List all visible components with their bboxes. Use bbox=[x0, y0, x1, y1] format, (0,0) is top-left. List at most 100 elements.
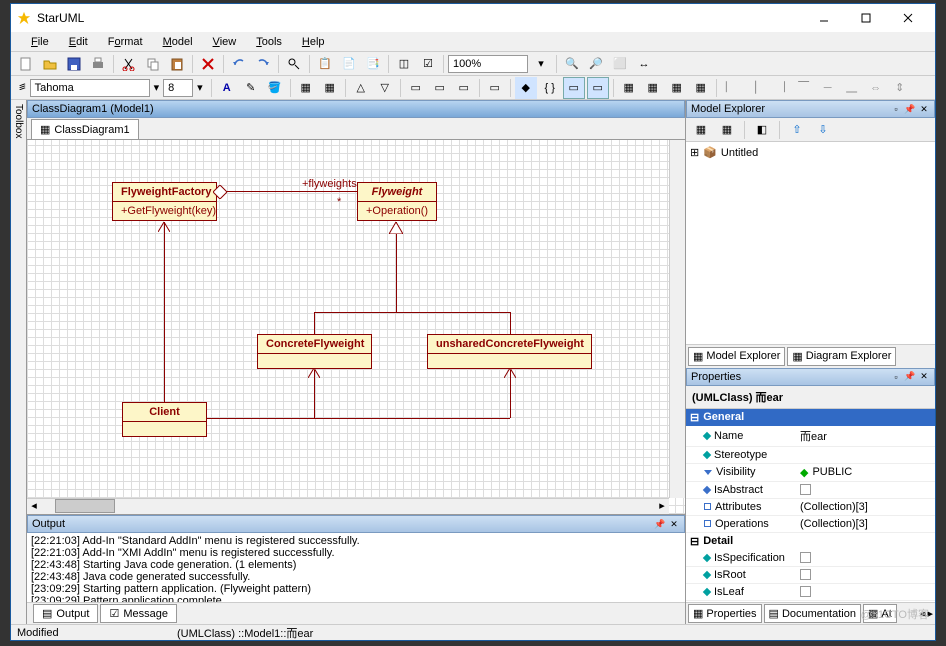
tool-5[interactable]: ☑ bbox=[417, 53, 439, 75]
properties-grid[interactable]: ⊟General Name而ear Stereotype Visibility◆… bbox=[686, 409, 935, 603]
style-2[interactable]: ▦ bbox=[319, 77, 341, 99]
class-concrete-flyweight[interactable]: ConcreteFlyweight bbox=[257, 334, 372, 369]
copy-button[interactable] bbox=[142, 53, 164, 75]
save-button[interactable] bbox=[63, 53, 85, 75]
menu-view[interactable]: View bbox=[205, 34, 245, 50]
zoom-dropdown[interactable]: ▾ bbox=[530, 53, 552, 75]
model-explorer-tree[interactable]: ⊞ 📦 Untitled bbox=[686, 142, 935, 344]
align-bottom[interactable]: ⎽ bbox=[841, 77, 863, 99]
me-pin-button[interactable]: 📌 bbox=[904, 103, 916, 115]
prop-row-operations[interactable]: Operations(Collection)[3] bbox=[686, 516, 935, 533]
me-dock-button[interactable]: ▫ bbox=[890, 103, 902, 115]
delete-button[interactable] bbox=[197, 53, 219, 75]
me-btn-1[interactable]: ▦ bbox=[690, 119, 712, 141]
align-center[interactable]: ⎮ bbox=[745, 77, 767, 99]
class-client[interactable]: Client bbox=[122, 402, 207, 437]
prop-row-visibility[interactable]: Visibility◆PUBLIC bbox=[686, 464, 935, 482]
canvas-scrollbar-v[interactable] bbox=[669, 140, 685, 498]
align-left[interactable]: ⎸ bbox=[721, 77, 743, 99]
prop-row-attributes[interactable]: Attributes(Collection)[3] bbox=[686, 499, 935, 516]
tree-expand-icon[interactable]: ⊞ bbox=[690, 146, 699, 159]
align-3[interactable]: ▦ bbox=[666, 77, 688, 99]
prop-dock-button[interactable]: ▫ bbox=[890, 371, 902, 383]
tool-2[interactable]: 📄 bbox=[338, 53, 360, 75]
close-button[interactable] bbox=[887, 6, 929, 30]
line-style-2[interactable]: ▽ bbox=[374, 77, 396, 99]
tab-properties[interactable]: ▦Properties bbox=[688, 604, 762, 623]
prop-row-isroot[interactable]: IsRoot bbox=[686, 567, 935, 584]
maximize-button[interactable] bbox=[845, 6, 887, 30]
distribute-h[interactable]: ⇔ bbox=[865, 77, 887, 99]
prop-row-isspecification[interactable]: IsSpecification bbox=[686, 550, 935, 567]
zoom-fit-button[interactable]: ⬜ bbox=[609, 53, 631, 75]
show-3[interactable]: ▭ bbox=[563, 77, 585, 99]
dep-line-1[interactable] bbox=[164, 222, 165, 402]
class-unshared-flyweight[interactable]: unsharedConcreteFlyweight bbox=[427, 334, 592, 369]
line-color-button[interactable]: ✎ bbox=[240, 77, 262, 99]
align-top[interactable]: ⎺ bbox=[793, 77, 815, 99]
tool-3[interactable]: 📑 bbox=[362, 53, 384, 75]
zoom-in-button[interactable]: 🔍 bbox=[561, 53, 583, 75]
view-1[interactable]: ▭ bbox=[405, 77, 427, 99]
output-tab-message[interactable]: ☑ Message bbox=[100, 604, 177, 623]
tab-documentation[interactable]: ▤Documentation bbox=[764, 604, 861, 623]
me-btn-3[interactable]: ◧ bbox=[751, 119, 773, 141]
distribute-v[interactable]: ⇕ bbox=[889, 77, 911, 99]
font-size-dropdown[interactable]: ▾ bbox=[197, 81, 203, 94]
menu-tools[interactable]: Tools bbox=[248, 34, 290, 50]
view-3[interactable]: ▭ bbox=[453, 77, 475, 99]
prop-close-button[interactable]: ✕ bbox=[918, 371, 930, 383]
font-size-combo[interactable]: 8 bbox=[163, 79, 193, 97]
tab-diagram-explorer[interactable]: ▦ Diagram Explorer bbox=[787, 347, 896, 366]
class-flyweight-factory[interactable]: FlyweightFactory +GetFlyweight(key) bbox=[112, 182, 217, 221]
font-name-combo[interactable]: Tahoma bbox=[30, 79, 150, 97]
find-button[interactable] bbox=[283, 53, 305, 75]
minimize-button[interactable] bbox=[803, 6, 845, 30]
tree-item-root[interactable]: ⊞ 📦 Untitled bbox=[690, 146, 931, 159]
align-right[interactable]: ⎹ bbox=[769, 77, 791, 99]
canvas-scrollbar-h[interactable]: ◂▸ bbox=[27, 498, 669, 514]
prop-pin-button[interactable]: 📌 bbox=[904, 371, 916, 383]
nav-tool[interactable]: ↔ bbox=[633, 53, 655, 75]
tool-4[interactable]: ◫ bbox=[393, 53, 415, 75]
new-button[interactable] bbox=[15, 53, 37, 75]
prop-row-isleaf[interactable]: IsLeaf bbox=[686, 584, 935, 601]
menu-help[interactable]: Help bbox=[294, 34, 333, 50]
output-close-button[interactable]: ✕ bbox=[668, 518, 680, 530]
redo-button[interactable] bbox=[252, 53, 274, 75]
dep-line-2[interactable] bbox=[207, 418, 510, 419]
output-body[interactable]: [22:21:03] Add-In "Standard AddIn" menu … bbox=[27, 533, 685, 602]
prop-row-stereotype[interactable]: Stereotype bbox=[686, 447, 935, 464]
view-4[interactable]: ▭ bbox=[484, 77, 506, 99]
fill-color-button[interactable]: 🪣 bbox=[264, 77, 286, 99]
menu-edit[interactable]: Edit bbox=[61, 34, 96, 50]
show-2[interactable]: { } bbox=[539, 77, 561, 99]
prop-category-detail[interactable]: ⊟Detail bbox=[686, 533, 935, 550]
gen-line[interactable] bbox=[396, 222, 397, 312]
diagram-canvas[interactable]: FlyweightFactory +GetFlyweight(key) Flyw… bbox=[27, 140, 685, 514]
menu-file[interactable]: File bbox=[23, 34, 57, 50]
me-down-button[interactable]: ⇩ bbox=[812, 119, 834, 141]
open-button[interactable] bbox=[39, 53, 61, 75]
output-tab-output[interactable]: ▤ Output bbox=[33, 604, 98, 623]
class-flyweight[interactable]: Flyweight +Operation() bbox=[357, 182, 437, 221]
toolbox-panel[interactable]: Toolbox bbox=[11, 100, 27, 624]
view-2[interactable]: ▭ bbox=[429, 77, 451, 99]
align-4[interactable]: ▦ bbox=[690, 77, 712, 99]
show-1[interactable]: ◆ bbox=[515, 77, 537, 99]
zoom-out-button[interactable]: 🔎 bbox=[585, 53, 607, 75]
association-line[interactable] bbox=[217, 191, 357, 192]
line-style-1[interactable]: △ bbox=[350, 77, 372, 99]
font-color-button[interactable]: A bbox=[216, 77, 238, 99]
prop-category-general[interactable]: ⊟General bbox=[686, 409, 935, 426]
prop-row-isabstract[interactable]: IsAbstract bbox=[686, 482, 935, 499]
me-btn-2[interactable]: ▦ bbox=[716, 119, 738, 141]
print-button[interactable] bbox=[87, 53, 109, 75]
menu-format[interactable]: Format bbox=[100, 34, 151, 50]
paste-button[interactable] bbox=[166, 53, 188, 75]
align-middle[interactable]: ─ bbox=[817, 77, 839, 99]
align-2[interactable]: ▦ bbox=[642, 77, 664, 99]
style-1[interactable]: ▦ bbox=[295, 77, 317, 99]
undo-button[interactable] bbox=[228, 53, 250, 75]
menu-model[interactable]: Model bbox=[155, 34, 201, 50]
